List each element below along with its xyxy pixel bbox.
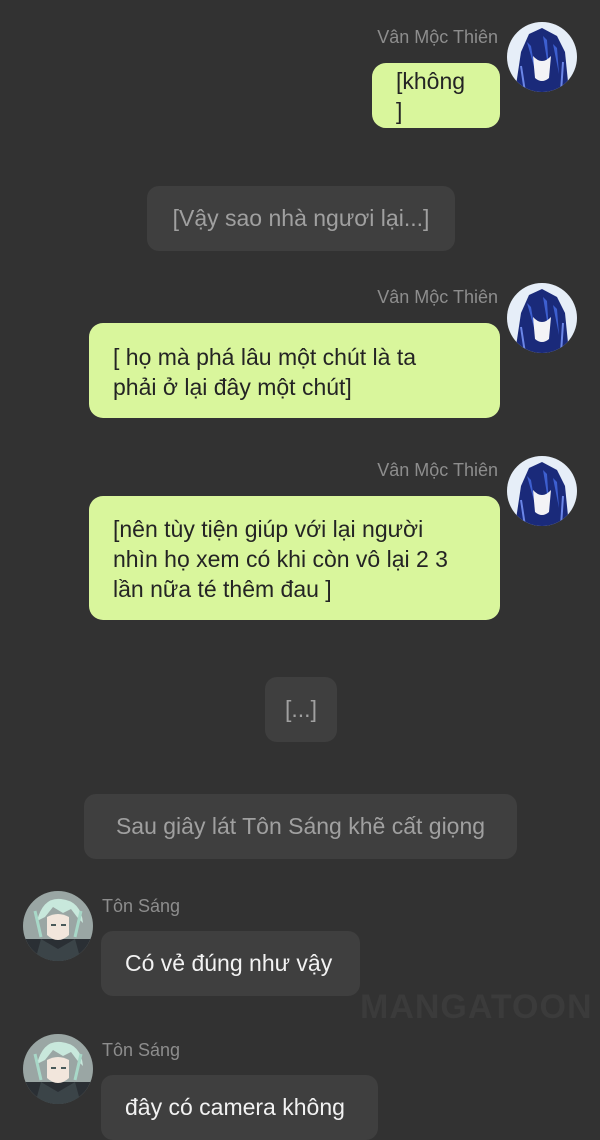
sender-name: Vân Mộc Thiên xyxy=(377,287,498,307)
message-text-line: [ họ mà phá lâu một chút là ta xyxy=(113,344,417,370)
narration-bubble: Sau giây lát Tôn Sáng khẽ cất giọng xyxy=(84,794,517,859)
message-text: [không ] xyxy=(396,67,466,124)
sender-name: Tôn Sáng xyxy=(102,1040,181,1060)
message-text: Có vẻ đúng như vậy xyxy=(125,950,333,976)
message-text-line: [nên tùy tiện giúp với lại người xyxy=(113,516,424,542)
message-text: đây có camera không xyxy=(125,1094,345,1120)
message-bubble: [không ] xyxy=(372,63,500,128)
message-bubble: [ họ mà phá lâu một chút là ta phải ở lạ… xyxy=(89,323,500,418)
ton-sang-avatar-icon[interactable] xyxy=(23,891,93,961)
message-text-line: phải ở lại đây một chút] xyxy=(113,374,352,400)
narration-text: Sau giây lát Tôn Sáng khẽ cất giọng xyxy=(115,813,486,839)
message-bubble: [nên tùy tiện giúp với lại người nhìn họ… xyxy=(89,496,500,620)
message-text-line: nhìn họ xem có khi còn vô lại 2 3 xyxy=(113,546,448,572)
narration-bubble: [...] xyxy=(265,677,337,742)
message-bubble: Có vẻ đúng như vậy xyxy=(101,931,360,996)
van-moc-thien-avatar-icon[interactable] xyxy=(507,22,577,92)
narration-text: [Vậy sao nhà ngươi lại...] xyxy=(172,205,430,231)
sender-name: Vân Mộc Thiên xyxy=(377,27,498,47)
van-moc-thien-avatar-icon[interactable] xyxy=(507,283,577,353)
van-moc-thien-avatar-icon[interactable] xyxy=(507,456,577,526)
sender-name: Tôn Sáng xyxy=(102,896,181,916)
ton-sang-avatar-icon[interactable] xyxy=(23,1034,93,1104)
message-bubble: đây có camera không xyxy=(101,1075,378,1140)
message-text-line: lần nữa té thêm đau ] xyxy=(113,576,332,602)
narration-text: [...] xyxy=(285,696,317,722)
sender-name: Vân Mộc Thiên xyxy=(377,460,498,480)
mangatoon-watermark: MANGATOON xyxy=(360,988,593,1026)
narration-bubble: [Vậy sao nhà ngươi lại...] xyxy=(147,186,455,251)
